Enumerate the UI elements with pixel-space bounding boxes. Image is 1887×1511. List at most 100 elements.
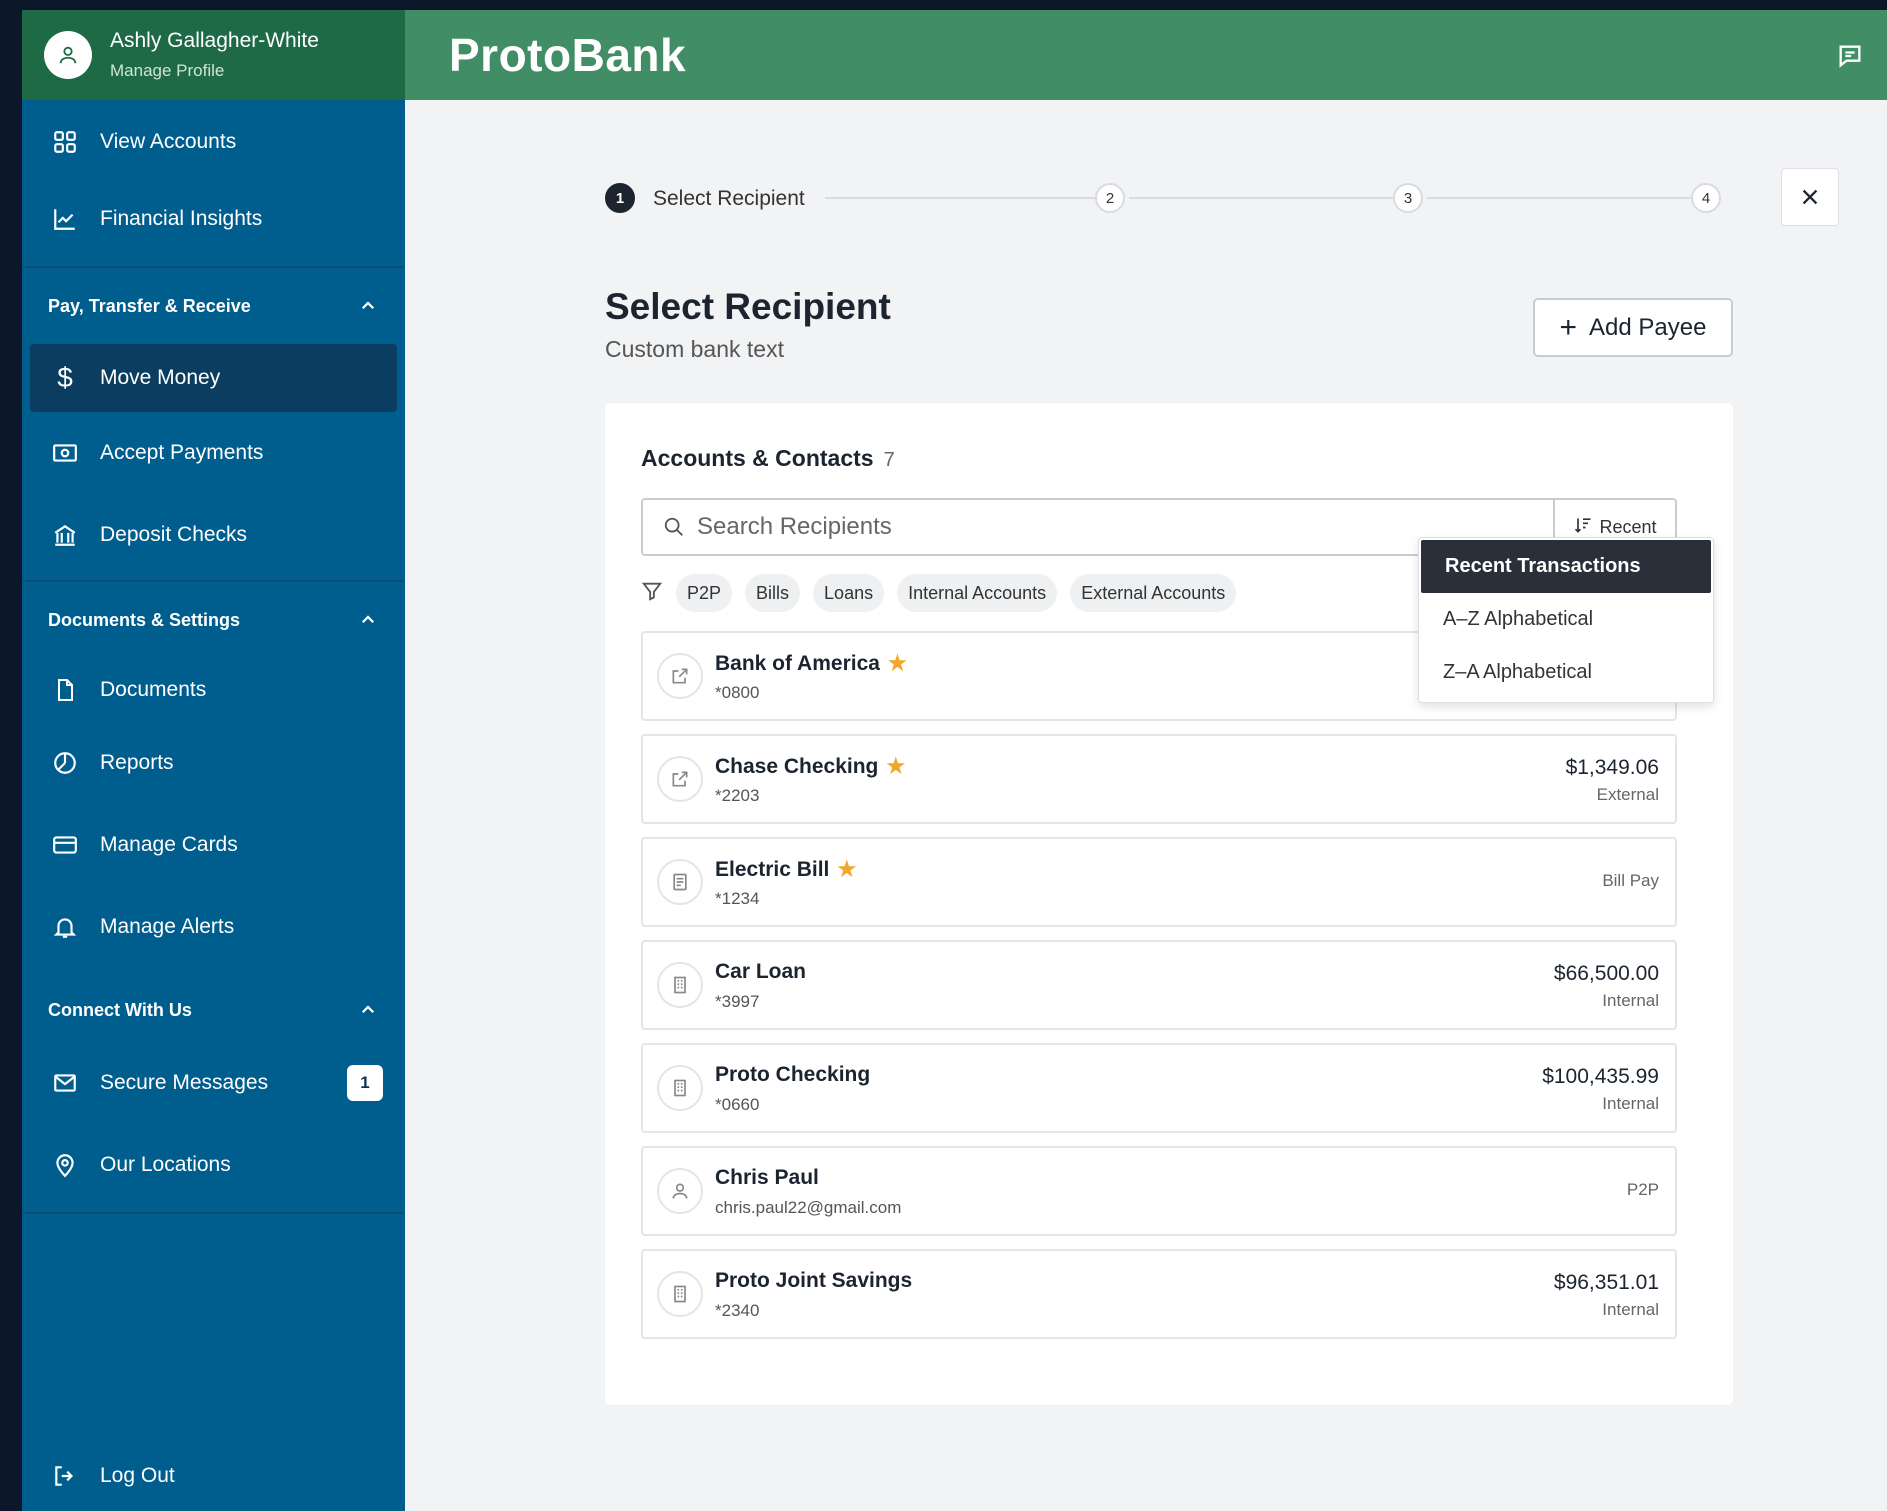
card-title-text: Accounts & Contacts	[641, 445, 874, 471]
pie-icon	[50, 748, 80, 778]
recipient-row[interactable]: Car Loan *3997 $66,500.00 Internal	[641, 940, 1677, 1030]
recipient-name: Proto Joint Savings	[715, 1269, 913, 1292]
filter-chip-bills[interactable]: Bills	[745, 574, 801, 612]
sidebar-item-manage-alerts[interactable]: Manage Alerts	[22, 886, 405, 968]
sort-option-z-a[interactable]: Z–A Alphabetical	[1419, 646, 1713, 699]
recipient-count: 7	[883, 449, 895, 471]
add-payee-label: Add Payee	[1589, 313, 1707, 341]
logout-button[interactable]: Log Out	[22, 1446, 175, 1506]
logout-label: Log Out	[100, 1464, 175, 1487]
plus-icon: +	[1559, 310, 1578, 344]
person-icon	[657, 1168, 703, 1214]
building-icon	[657, 1271, 703, 1317]
recipient-account: *1234	[715, 889, 760, 908]
close-button[interactable]	[1781, 168, 1839, 226]
filter-chip-external[interactable]: External Accounts	[1070, 574, 1237, 612]
recipient-name-text: Electric Bill	[715, 858, 830, 881]
sort-option-a-z[interactable]: A–Z Alphabetical	[1419, 593, 1713, 646]
brand-logo[interactable]: ProtoBank	[449, 28, 686, 82]
recipient-row[interactable]: Chase Checking ★ *2203 $1,349.06 External	[641, 734, 1677, 824]
chat-icon[interactable]	[1835, 42, 1865, 75]
sidebar-item-financial-insights[interactable]: Financial Insights	[22, 184, 405, 254]
filter-icon[interactable]	[641, 580, 663, 607]
recipient-row[interactable]: Chris Paul chris.paul22@gmail.com P2P	[641, 1146, 1677, 1236]
recipient-email: chris.paul22@gmail.com	[715, 1198, 902, 1217]
sidebar-item-label: Move Money	[100, 366, 221, 389]
sidebar-item-secure-messages[interactable]: Secure Messages 1	[22, 1048, 405, 1118]
search-icon	[663, 516, 685, 543]
recipient-row[interactable]: Proto Joint Savings *2340 $96,351.01 Int…	[641, 1249, 1677, 1339]
chevron-up-icon	[361, 1005, 375, 1014]
step-4: 4	[1691, 183, 1721, 213]
recipient-name: Bank of America ★	[715, 651, 907, 676]
sidebar-item-deposit-checks[interactable]: Deposit Checks	[22, 494, 405, 576]
page-subtitle: Custom bank text	[605, 336, 784, 362]
recipient-account: *0660	[715, 1095, 760, 1114]
sidebar-item-accept-payments[interactable]: Accept Payments	[22, 412, 405, 494]
bill-icon	[657, 859, 703, 905]
page-title: Select Recipient	[605, 286, 891, 327]
step-1: 1	[605, 183, 635, 213]
recipient-account: *3997	[715, 992, 760, 1011]
recipient-type: Bill Pay	[1602, 871, 1659, 890]
sort-icon	[1573, 515, 1593, 540]
section-title: Documents & Settings	[48, 609, 241, 630]
recipient-row[interactable]: Proto Checking *0660 $100,435.99 Interna…	[641, 1043, 1677, 1133]
sidebar-item-manage-cards[interactable]: Manage Cards	[22, 804, 405, 886]
recipient-name-text: Chase Checking	[715, 755, 879, 778]
recipient-balance: $66,500.00	[1553, 962, 1659, 985]
divider	[22, 1212, 405, 1214]
sort-label: Recent	[1599, 516, 1657, 537]
step-connector	[1427, 197, 1691, 199]
section-documents-settings[interactable]: Documents & Settings	[22, 582, 405, 658]
sidebar-item-move-money[interactable]: $ Move Money	[30, 344, 397, 412]
recipient-account: *0800	[715, 683, 760, 702]
add-payee-button[interactable]: + Add Payee	[1533, 298, 1733, 357]
filter-chip-loans[interactable]: Loans	[813, 574, 885, 612]
sidebar: Ashly Gallagher-White Manage Profile Vie…	[22, 10, 405, 1511]
sidebar-item-documents[interactable]: Documents	[22, 658, 405, 722]
manage-profile-link[interactable]: Manage Profile	[110, 61, 319, 81]
sidebar-item-label: Financial Insights	[100, 207, 263, 230]
sidebar-item-label: Reports	[100, 751, 174, 774]
card-icon	[50, 830, 80, 860]
recipient-name: Car Loan	[715, 960, 807, 983]
step-connector	[825, 197, 1095, 199]
recipient-balance: $100,435.99	[1542, 1065, 1659, 1088]
recipient-type: Internal	[1602, 1094, 1659, 1113]
search-input[interactable]	[697, 510, 1497, 544]
profile-header[interactable]: Ashly Gallagher-White Manage Profile	[22, 10, 405, 100]
recipient-type: Internal	[1602, 991, 1659, 1010]
card-title: Accounts & Contacts 7	[641, 445, 895, 472]
mail-icon	[50, 1068, 80, 1098]
filter-bar: P2P Bills Loans Internal Accounts Extern…	[641, 573, 1237, 613]
sidebar-item-label: Secure Messages	[100, 1071, 269, 1094]
sidebar-item-label: Manage Cards	[100, 833, 238, 856]
building-icon	[657, 1065, 703, 1111]
step-2: 2	[1095, 183, 1125, 213]
sidebar-item-our-locations[interactable]: Our Locations	[22, 1118, 405, 1212]
recipient-type: External	[1596, 785, 1659, 804]
grid-icon	[50, 127, 80, 157]
section-pay-transfer-receive[interactable]: Pay, Transfer & Receive	[22, 268, 405, 344]
main-content: 1 Select Recipient 2 3 4 Select Recipien…	[405, 100, 1887, 1511]
filter-chip-p2p[interactable]: P2P	[676, 574, 733, 612]
bell-icon	[50, 912, 80, 942]
top-bar: ProtoBank	[405, 10, 1887, 100]
recipient-row[interactable]: Electric Bill ★ *1234 Bill Pay	[641, 837, 1677, 927]
sidebar-item-label: View Accounts	[100, 130, 237, 153]
recipient-type: P2P	[1626, 1180, 1659, 1199]
sidebar-item-reports[interactable]: Reports	[22, 722, 405, 804]
filter-chip-internal[interactable]: Internal Accounts	[897, 574, 1058, 612]
unread-badge: 1	[347, 1065, 383, 1101]
sidebar-item-label: Manage Alerts	[100, 915, 235, 938]
cash-icon	[50, 438, 80, 468]
step-connector	[1129, 197, 1393, 199]
sort-option-recent[interactable]: Recent Transactions	[1421, 540, 1711, 593]
location-icon	[50, 1150, 80, 1180]
avatar[interactable]	[44, 31, 92, 79]
section-connect-with-us[interactable]: Connect With Us	[22, 972, 405, 1048]
sidebar-item-view-accounts[interactable]: View Accounts	[22, 100, 405, 184]
sidebar-item-label: Our Locations	[100, 1153, 231, 1176]
recipient-name: Proto Checking	[715, 1063, 871, 1086]
